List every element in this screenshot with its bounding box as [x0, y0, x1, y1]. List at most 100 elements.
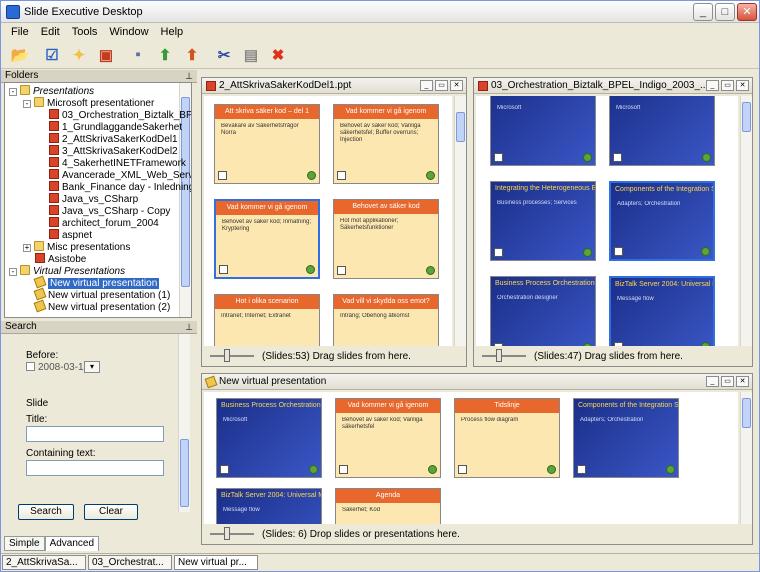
- slide-thumbnail[interactable]: Vad kommer vi gå igenom Behovet av säker …: [214, 199, 320, 279]
- slide-checkbox[interactable]: [219, 265, 228, 274]
- new-button[interactable]: ✦: [66, 42, 92, 68]
- slide-thumbnail[interactable]: Vad vill vi skydda oss emot? Intrång; Obe…: [333, 294, 439, 346]
- taskbar-item[interactable]: New virtual pr...: [174, 555, 258, 570]
- zoom-icon[interactable]: [428, 465, 437, 474]
- slide-checkbox[interactable]: [218, 171, 227, 180]
- tree-item[interactable]: 03_Orchestration_Biztalk_BP: [37, 109, 191, 121]
- clear-button[interactable]: Clear: [84, 504, 138, 520]
- slide-checkbox[interactable]: [458, 465, 467, 474]
- slide-thumbnail[interactable]: Vad kommer vi gå igenom Behovet av säker …: [333, 104, 439, 184]
- import-button[interactable]: ⬆: [152, 42, 178, 68]
- zoom-slider[interactable]: [210, 527, 254, 540]
- zoom-icon[interactable]: [701, 342, 710, 346]
- delete-button[interactable]: ✖: [265, 42, 291, 68]
- slide-checkbox[interactable]: [577, 465, 586, 474]
- before-date[interactable]: 2008-03-14: [38, 362, 89, 373]
- close-icon[interactable]: ✕: [736, 80, 749, 91]
- scroll-thumb[interactable]: [456, 112, 465, 142]
- tree-item[interactable]: Avancerade_XML_Web_Serv: [37, 169, 191, 181]
- tree-item[interactable]: - Microsoft presentationer: [23, 97, 154, 109]
- zoom-slider[interactable]: [482, 349, 526, 362]
- slide-checkbox[interactable]: [614, 342, 623, 346]
- tree-item[interactable]: - Virtual Presentations: [9, 265, 125, 277]
- slide-thumbnail[interactable]: BizTalk Server 2004: Universal MessageBo…: [609, 276, 715, 346]
- tree-item[interactable]: aspnet: [37, 229, 92, 241]
- slide-thumbnail[interactable]: Vad kommer vi gå igenom Behovet av säker …: [335, 398, 441, 478]
- slide-checkbox[interactable]: [614, 247, 623, 256]
- collapse-icon[interactable]: -: [23, 100, 31, 108]
- slide-checkbox[interactable]: [339, 465, 348, 474]
- slide-thumbnail[interactable]: BizTalk Server 2004: Universal MessageBo…: [216, 488, 322, 524]
- menu-edit[interactable]: Edit: [35, 26, 66, 38]
- maximize-button[interactable]: □: [715, 2, 735, 21]
- search-scrollbar[interactable]: [178, 334, 190, 512]
- close-icon[interactable]: ✕: [736, 376, 749, 387]
- close-button[interactable]: ✕: [737, 2, 757, 21]
- slide-thumbnail[interactable]: Microsoft: [609, 96, 715, 166]
- slide-thumbnail[interactable]: Integrating the Heterogeneous Enterprise…: [490, 181, 596, 261]
- present-button[interactable]: ▣: [93, 42, 119, 68]
- menu-file[interactable]: File: [5, 26, 35, 38]
- open-button[interactable]: 📂: [7, 42, 33, 68]
- save-button[interactable]: ▪: [125, 42, 151, 68]
- zoom-icon[interactable]: [306, 265, 315, 274]
- close-icon[interactable]: ✕: [450, 80, 463, 91]
- slide-checkbox[interactable]: [337, 266, 346, 275]
- slide-thumbnail[interactable]: Hot i olika scenarion Intranet; Internet;…: [214, 294, 320, 346]
- slide-thumbnail[interactable]: Components of the Integration Solution Ad…: [573, 398, 679, 478]
- tree-item[interactable]: 2_AttSkrivaSakerKodDel1: [37, 133, 178, 145]
- export-button[interactable]: ⬆: [179, 42, 205, 68]
- slide-thumbnail[interactable]: Att skriva säker kod – del 1 Bevakare av …: [214, 104, 320, 184]
- menu-window[interactable]: Window: [103, 26, 154, 38]
- zoom-icon[interactable]: [583, 343, 592, 346]
- slide-checkbox[interactable]: [613, 153, 622, 162]
- calendar-dropdown-icon[interactable]: ▾: [84, 361, 100, 373]
- zoom-icon[interactable]: [702, 153, 711, 162]
- minimize-icon[interactable]: _: [420, 80, 433, 91]
- restore-icon[interactable]: ▭: [435, 80, 448, 91]
- pin-icon[interactable]: ⊥: [185, 321, 193, 333]
- taskbar-item[interactable]: 2_AttSkrivaSa...: [2, 555, 86, 570]
- tree-item[interactable]: + Misc presentations: [23, 241, 130, 253]
- slide-thumbnail[interactable]: Business Process Orchestration – Microso…: [490, 276, 596, 346]
- zoom-icon[interactable]: [309, 465, 318, 474]
- zoom-icon[interactable]: [666, 465, 675, 474]
- slide-thumbnail[interactable]: Business Process Orchestration, BizTalk,…: [216, 398, 322, 478]
- tree-item[interactable]: New virtual presentation (1): [23, 287, 170, 301]
- tree-item[interactable]: New virtual presentation: [23, 275, 160, 289]
- tree-item[interactable]: Asistobe: [23, 253, 86, 265]
- slide-checkbox[interactable]: [494, 153, 503, 162]
- taskbar-item[interactable]: 03_Orchestrat...: [88, 555, 172, 570]
- doc-scrollbar[interactable]: [454, 96, 466, 346]
- zoom-icon[interactable]: [426, 266, 435, 275]
- zoom-icon[interactable]: [307, 171, 316, 180]
- restore-icon[interactable]: ▭: [721, 376, 734, 387]
- check-button[interactable]: ☑: [39, 42, 65, 68]
- restore-icon[interactable]: ▭: [721, 80, 734, 91]
- tree-item[interactable]: - Presentations: [9, 85, 94, 97]
- doc-scrollbar[interactable]: [740, 392, 752, 524]
- slide-checkbox[interactable]: [494, 343, 503, 346]
- tree-item[interactable]: New virtual presentation (2): [23, 299, 170, 313]
- pin-icon[interactable]: ⊥: [185, 70, 193, 82]
- tree-item[interactable]: Java_vs_CSharp - Copy: [37, 205, 170, 217]
- slide-checkbox[interactable]: [220, 465, 229, 474]
- search-button[interactable]: Search: [18, 504, 74, 520]
- menu-tools[interactable]: Tools: [66, 26, 104, 38]
- tree-item[interactable]: 3_AttSkrivaSakerKodDel2: [37, 145, 178, 157]
- tree-item[interactable]: 1_GrundlaggandeSakerhet: [37, 121, 182, 133]
- scroll-thumb[interactable]: [742, 102, 751, 132]
- paste-button[interactable]: ▤: [238, 42, 264, 68]
- slide-thumbnail[interactable]: Behovet av säker kod Hot mot applikatione…: [333, 199, 439, 279]
- tree-item[interactable]: architect_forum_2004: [37, 217, 159, 229]
- minimize-icon[interactable]: _: [706, 80, 719, 91]
- tree-item[interactable]: 4_SakerhetINETFramework: [37, 157, 186, 169]
- minimize-button[interactable]: _: [693, 2, 713, 21]
- slide-thumbnail[interactable]: Business Process Orchestration, BizTalk,…: [490, 96, 596, 166]
- zoom-icon[interactable]: [583, 248, 592, 257]
- tree-item[interactable]: Java_vs_CSharp: [37, 193, 138, 205]
- slide-thumbnail[interactable]: Tidslinje Process flow diagram: [454, 398, 560, 478]
- cut-button[interactable]: ✂: [211, 42, 237, 68]
- zoom-slider[interactable]: [210, 349, 254, 362]
- containing-text-input[interactable]: [26, 460, 164, 476]
